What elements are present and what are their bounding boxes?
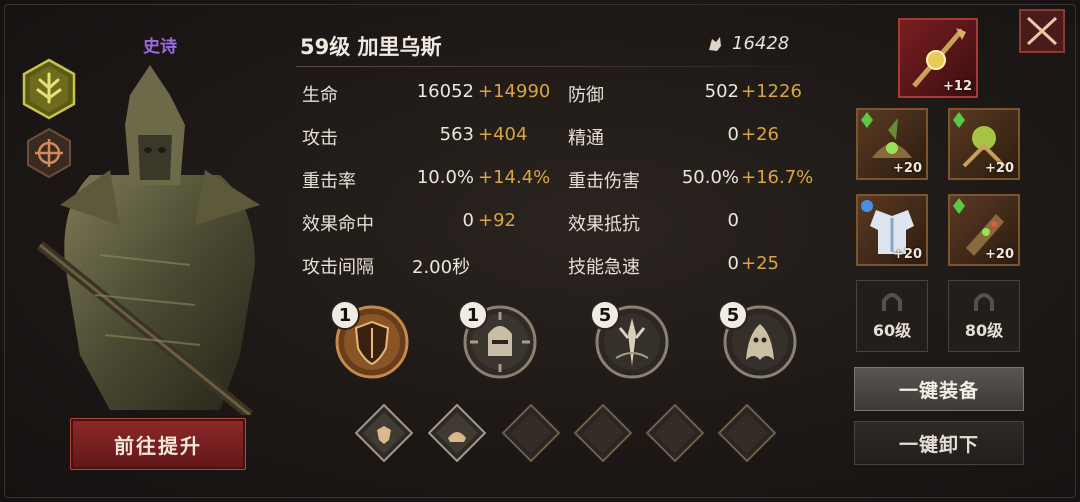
equip-slot-armor[interactable]: +20 (856, 194, 928, 266)
equip-slot-bracer[interactable]: +20 (948, 194, 1020, 266)
stat-base: 0 (727, 210, 739, 231)
rarity-label: 史诗 (143, 37, 177, 57)
skill-slot-3[interactable]: 5 (590, 300, 670, 380)
skill-slot-1[interactable]: 1 (330, 300, 410, 380)
equip-slot-amulet[interactable]: +20 (948, 108, 1020, 180)
stat-label: 重击率 (302, 171, 356, 192)
equip-slot-hat[interactable]: +20 (856, 108, 928, 180)
skill-slot-4[interactable]: 5 (718, 300, 798, 380)
equip-level: +20 (985, 161, 1014, 176)
rune-slot-6[interactable] (717, 403, 777, 463)
stat-label: 生命 (302, 85, 338, 106)
equip-level: +20 (985, 247, 1014, 262)
stat-row-hp: 生命 16052 +14990 (302, 81, 552, 111)
close-icon (1019, 9, 1065, 53)
hero-level-name: 59级 加里乌斯 (300, 35, 442, 59)
stat-row-mastery: 精通 0 +26 (568, 124, 818, 154)
stat-row-crit-damage: 重击伤害 50.0% +16.7% (568, 167, 818, 197)
blue-gem-icon (861, 200, 873, 212)
skill-level-badge: 5 (718, 300, 748, 330)
locked-slot-80: 80级 (948, 280, 1020, 352)
lock-icon (974, 293, 994, 311)
stat-base: 16052 (416, 81, 474, 102)
stat-bonus: +14.4% (478, 167, 551, 188)
stat-bonus: +92 (478, 210, 516, 231)
combat-power-value: 16428 (732, 33, 790, 54)
stat-label: 重击伤害 (568, 171, 640, 192)
hero-portrait (20, 55, 270, 419)
stat-label: 精通 (568, 128, 604, 149)
stat-base: 10.0% (416, 167, 474, 188)
stat-row-attack: 攻击 563 +404 (302, 124, 552, 154)
header-divider (296, 66, 826, 67)
skill-level-badge: 5 (590, 300, 620, 330)
locked-slot-60: 60级 (856, 280, 928, 352)
green-gem-icon (861, 112, 873, 128)
stat-bonus: +16.7% (741, 167, 814, 188)
combat-power: 16428 (706, 33, 789, 54)
unlock-level-label: 80级 (964, 321, 1004, 340)
stat-label: 效果抵抗 (568, 214, 640, 235)
weapon-slot[interactable]: +12 (898, 18, 978, 98)
stat-base: 502 (704, 81, 739, 102)
stat-bonus: +26 (741, 124, 779, 145)
stat-base: 0 (727, 253, 739, 274)
close-button[interactable] (1018, 8, 1066, 54)
stat-base: 0 (727, 124, 739, 145)
rune-slot-4[interactable] (573, 403, 633, 463)
stat-row-skill-haste: 技能急速 0 +25 (568, 253, 818, 283)
stat-row-effect-resist: 效果抵抗 0 (568, 210, 818, 240)
skill-level-badge: 1 (330, 300, 360, 330)
stat-row-attack-interval: 攻击间隔 2.00秒 (302, 253, 552, 283)
rune-slot-5[interactable] (645, 403, 705, 463)
stat-base: 0 (462, 210, 474, 231)
lock-icon (882, 293, 902, 311)
rune-slot-1[interactable] (354, 403, 414, 463)
unequip-all-button[interactable]: 一键卸下 (854, 421, 1024, 465)
stat-row-crit-rate: 重击率 10.0% +14.4% (302, 167, 552, 197)
stat-base: 50.0% (681, 167, 739, 188)
stat-label: 防御 (568, 85, 604, 106)
equip-level: +20 (893, 161, 922, 176)
stat-label: 攻击 (302, 128, 338, 149)
unlock-level-label: 60级 (872, 321, 912, 340)
skill-level-badge: 1 (458, 300, 488, 330)
equip-all-button[interactable]: 一键装备 (854, 367, 1024, 411)
stat-bonus: +14990 (478, 81, 551, 102)
green-gem-icon (953, 198, 965, 214)
stat-label: 攻击间隔 (302, 257, 374, 278)
skill-slot-2[interactable]: 1 (458, 300, 538, 380)
stat-bonus: +404 (478, 124, 528, 145)
weapon-level: +12 (943, 79, 972, 94)
stat-bonus: +25 (741, 253, 779, 274)
green-gem-icon (953, 112, 965, 128)
stat-row-effect-hit: 效果命中 0 +92 (302, 210, 552, 240)
stat-base: 563 (439, 124, 474, 145)
equip-level: +20 (893, 247, 922, 262)
stat-label: 效果命中 (302, 214, 374, 235)
stat-label: 技能急速 (568, 257, 640, 278)
combat-power-icon (709, 36, 721, 51)
stat-base: 2.00秒 (412, 257, 471, 278)
rune-slot-3[interactable] (501, 403, 561, 463)
stat-bonus: +1226 (741, 81, 802, 102)
rune-slot-2[interactable] (427, 403, 487, 463)
upgrade-button[interactable]: 前往提升 (70, 418, 246, 470)
stat-row-defense: 防御 502 +1226 (568, 81, 818, 111)
